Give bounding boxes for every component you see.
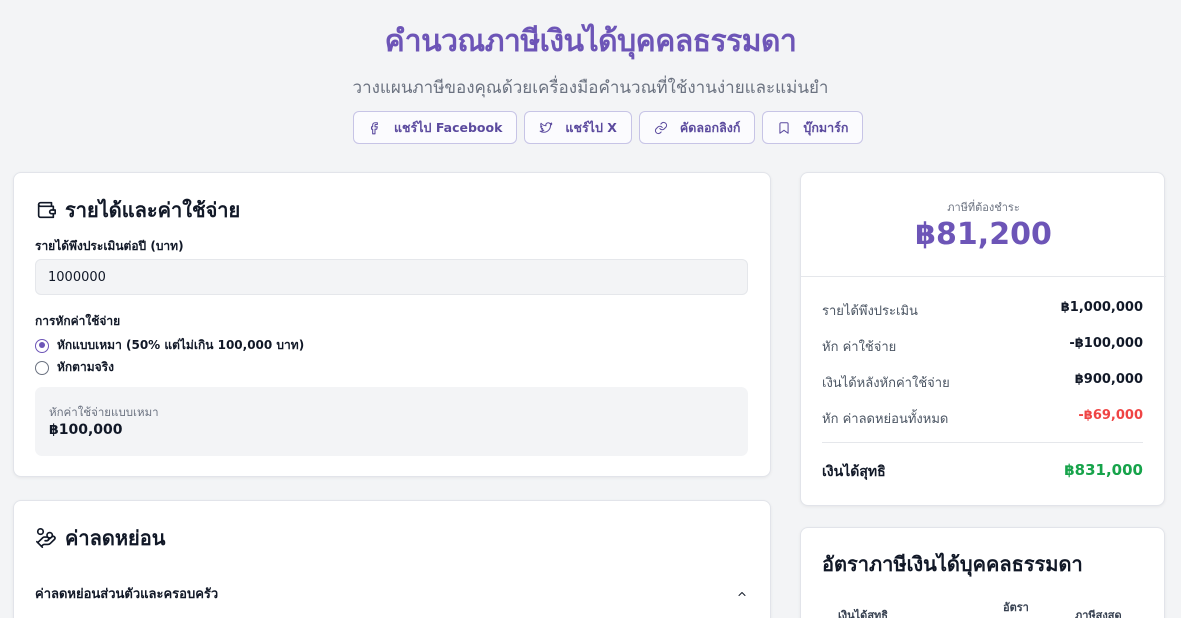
summary-value: ฿1,000,000 xyxy=(1060,300,1143,315)
page-subtitle: วางแผนภาษีของคุณด้วยเครื่องมือคำนวณที่ใช… xyxy=(352,78,829,98)
copy-link-button[interactable]: คัดลอกลิงก์ xyxy=(638,111,756,144)
personal-family-label: ค่าลดหย่อนส่วนตัวและครอบครัว xyxy=(35,587,219,602)
summary-key: รายได้พึงประเมิน xyxy=(822,304,918,319)
tax-rate-card: อัตราภาษีเงินได้บุคคลธรรมดา เงินได้สุทธิ… xyxy=(800,527,1165,618)
facebook-icon xyxy=(370,121,378,134)
share-x-label: แชร์ไป X xyxy=(565,119,617,135)
summary-key: หัก ค่าใช้จ่าย xyxy=(822,340,897,355)
expense-actual-label: หักตามจริง xyxy=(57,360,114,374)
link-icon xyxy=(654,121,667,134)
summary-row: รายได้พึงประเมิน ฿1,000,000 xyxy=(822,300,1143,321)
deductions-card: ค่าลดหย่อน ค่าลดหย่อนส่วนตัวและครอบครัว xyxy=(13,500,771,618)
income-card-title-text: รายได้และค่าใช้จ่าย xyxy=(65,198,241,222)
income-expense-card: รายได้และค่าใช้จ่าย รายได้พึงประเมินต่อป… xyxy=(13,172,771,477)
bookmark-button[interactable]: บุ๊กมาร์ก xyxy=(762,111,864,144)
net-income-label: เงินได้สุทธิ xyxy=(822,464,886,480)
summary-row: หัก ค่าใช้จ่าย -฿100,000 xyxy=(822,336,1143,357)
summary-key: เงินได้หลังหักค่าใช้จ่าย xyxy=(822,376,950,391)
tax-due-amount: ฿81,200 xyxy=(915,217,1052,252)
expense-actual-option[interactable]: หักตามจริง xyxy=(35,358,114,377)
flat-expense-box: หักค่าใช้จ่ายแบบเหมา ฿100,000 xyxy=(35,387,748,456)
net-income-row: เงินได้สุทธิ ฿831,000 xyxy=(822,461,1143,483)
summary-row: เงินได้หลังหักค่าใช้จ่าย ฿900,000 xyxy=(822,372,1143,393)
hand-coins-icon xyxy=(36,528,56,548)
copy-link-label: คัดลอกลิงก์ xyxy=(679,119,741,135)
personal-family-accordion[interactable]: ค่าลดหย่อนส่วนตัวและครอบครัว xyxy=(35,583,748,604)
expense-flat-radio[interactable] xyxy=(35,338,49,353)
tax-rate-title: อัตราภาษีเงินได้บุคคลธรรมดา xyxy=(822,552,1083,576)
rate-col-net-income: เงินได้สุทธิ xyxy=(838,609,889,618)
expense-actual-radio[interactable] xyxy=(35,360,49,375)
flat-expense-value: ฿100,000 xyxy=(49,422,123,438)
bookmark-icon xyxy=(779,121,790,134)
rate-col-rate: อัตรา xyxy=(1003,601,1029,614)
income-card-title: รายได้และค่าใช้จ่าย xyxy=(35,194,240,226)
expense-flat-label: หักแบบเหมา (50% แต่ไม่เกิน 100,000 บาท) xyxy=(57,338,305,352)
tax-due-label: ภาษีที่ต้องชำระ xyxy=(947,201,1020,214)
wallet-icon xyxy=(37,201,56,219)
flat-expense-label: หักค่าใช้จ่ายแบบเหมา xyxy=(49,405,159,419)
share-x-button[interactable]: แชร์ไป X xyxy=(524,111,632,144)
tax-summary-card: ภาษีที่ต้องชำระ ฿81,200 รายได้พึงประเมิน… xyxy=(800,172,1166,506)
income-label: รายได้พึงประเมินต่อปี (บาท) xyxy=(35,239,184,253)
summary-divider xyxy=(822,442,1143,443)
share-facebook-label: แชร์ไป Facebook xyxy=(394,119,503,135)
deductions-card-title-text: ค่าลดหย่อน xyxy=(65,526,166,550)
share-toolbar: แชร์ไป Facebook แชร์ไป X คัดลอกลิงก์ บุ๊… xyxy=(353,111,864,144)
deductions-card-title: ค่าลดหย่อน xyxy=(35,522,165,554)
summary-value: -฿100,000 xyxy=(1069,336,1143,351)
share-facebook-button[interactable]: แชร์ไป Facebook xyxy=(353,111,518,144)
summary-key: หัก ค่าลดหย่อนทั้งหมด xyxy=(822,412,949,427)
summary-value: ฿900,000 xyxy=(1074,372,1143,387)
twitter-icon xyxy=(540,121,553,133)
net-income-value: ฿831,000 xyxy=(1064,461,1143,479)
rate-col-max-tax: ภาษีสูงสุด xyxy=(1075,609,1122,618)
expense-method-label: การหักค่าใช้จ่าย xyxy=(35,314,121,328)
tax-due-section: ภาษีที่ต้องชำระ ฿81,200 xyxy=(801,173,1166,277)
bookmark-label: บุ๊กมาร์ก xyxy=(803,119,849,135)
summary-row: หัก ค่าลดหย่อนทั้งหมด -฿69,000 xyxy=(822,408,1143,429)
page-title: คำนวณภาษีเงินได้บุคคลธรรมดา xyxy=(384,24,797,59)
expense-flat-option[interactable]: หักแบบเหมา (50% แต่ไม่เกิน 100,000 บาท) xyxy=(35,336,304,355)
annual-income-input[interactable] xyxy=(35,259,748,295)
chevron-up-icon[interactable] xyxy=(736,588,748,600)
summary-value: -฿69,000 xyxy=(1078,408,1143,423)
